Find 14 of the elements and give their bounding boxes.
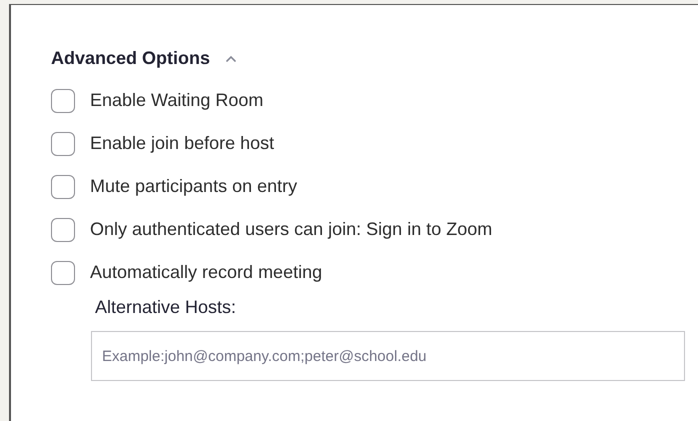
field-label: Alternative Hosts:: [95, 297, 238, 318]
checkbox[interactable]: [51, 260, 75, 284]
option-label: Automatically record meeting: [90, 262, 322, 283]
option-label: Enable join before host: [90, 133, 274, 154]
section-title: Advanced Options: [51, 48, 210, 68]
checkbox[interactable]: [51, 132, 75, 156]
checkbox[interactable]: [51, 218, 75, 242]
option-label: Enable Waiting Room: [90, 90, 264, 111]
checkbox[interactable]: [51, 88, 75, 112]
checkbox[interactable]: [51, 174, 75, 198]
option-label: Mute participants on entry: [90, 176, 298, 197]
input-field[interactable]: Example:john@company.com;peter@school.edu: [91, 331, 685, 381]
chevron-icon[interactable]: [226, 54, 236, 62]
option-label: Only authenticated users can join: Sign in to Zoom: [90, 219, 492, 240]
